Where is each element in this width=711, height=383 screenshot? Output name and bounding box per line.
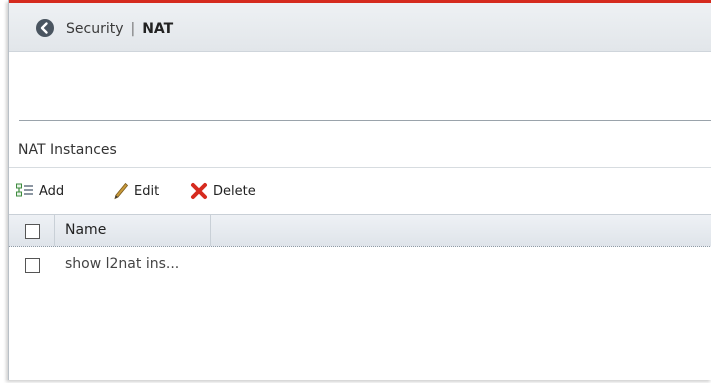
add-button[interactable]: Add bbox=[16, 181, 64, 201]
select-all-checkbox[interactable] bbox=[25, 224, 40, 239]
table-header: Name bbox=[9, 214, 711, 247]
pencil-icon bbox=[114, 182, 129, 200]
breadcrumb: Security | NAT bbox=[66, 19, 173, 39]
row-name-cell[interactable]: show l2nat ins... bbox=[65, 256, 179, 272]
breadcrumb-parent[interactable]: Security bbox=[66, 21, 124, 37]
edit-button[interactable]: Edit bbox=[113, 181, 159, 201]
edit-label: Edit bbox=[134, 183, 160, 199]
table-row[interactable]: show l2nat ins... bbox=[9, 250, 711, 280]
add-label: Add bbox=[39, 183, 65, 199]
row-checkbox[interactable] bbox=[25, 258, 40, 273]
section-title: NAT Instances bbox=[18, 142, 117, 158]
add-list-icon bbox=[16, 183, 33, 197]
section-divider bbox=[19, 120, 711, 121]
nat-panel: Security | NAT NAT Instances Add Edit De… bbox=[8, 0, 711, 380]
red-x-icon bbox=[191, 183, 207, 199]
column-header-name[interactable]: Name bbox=[55, 215, 211, 246]
back-arrow-icon bbox=[40, 22, 48, 34]
back-button[interactable] bbox=[36, 19, 54, 37]
column-header-name-label: Name bbox=[65, 222, 107, 238]
breadcrumb-separator: | bbox=[130, 21, 136, 37]
breadcrumb-current: NAT bbox=[142, 21, 174, 37]
delete-label: Delete bbox=[213, 183, 256, 199]
header-check-cell bbox=[9, 215, 55, 246]
toolbar: Add Edit Delete bbox=[9, 168, 711, 213]
page-header: Security | NAT bbox=[9, 3, 711, 52]
delete-button[interactable]: Delete bbox=[190, 181, 256, 201]
